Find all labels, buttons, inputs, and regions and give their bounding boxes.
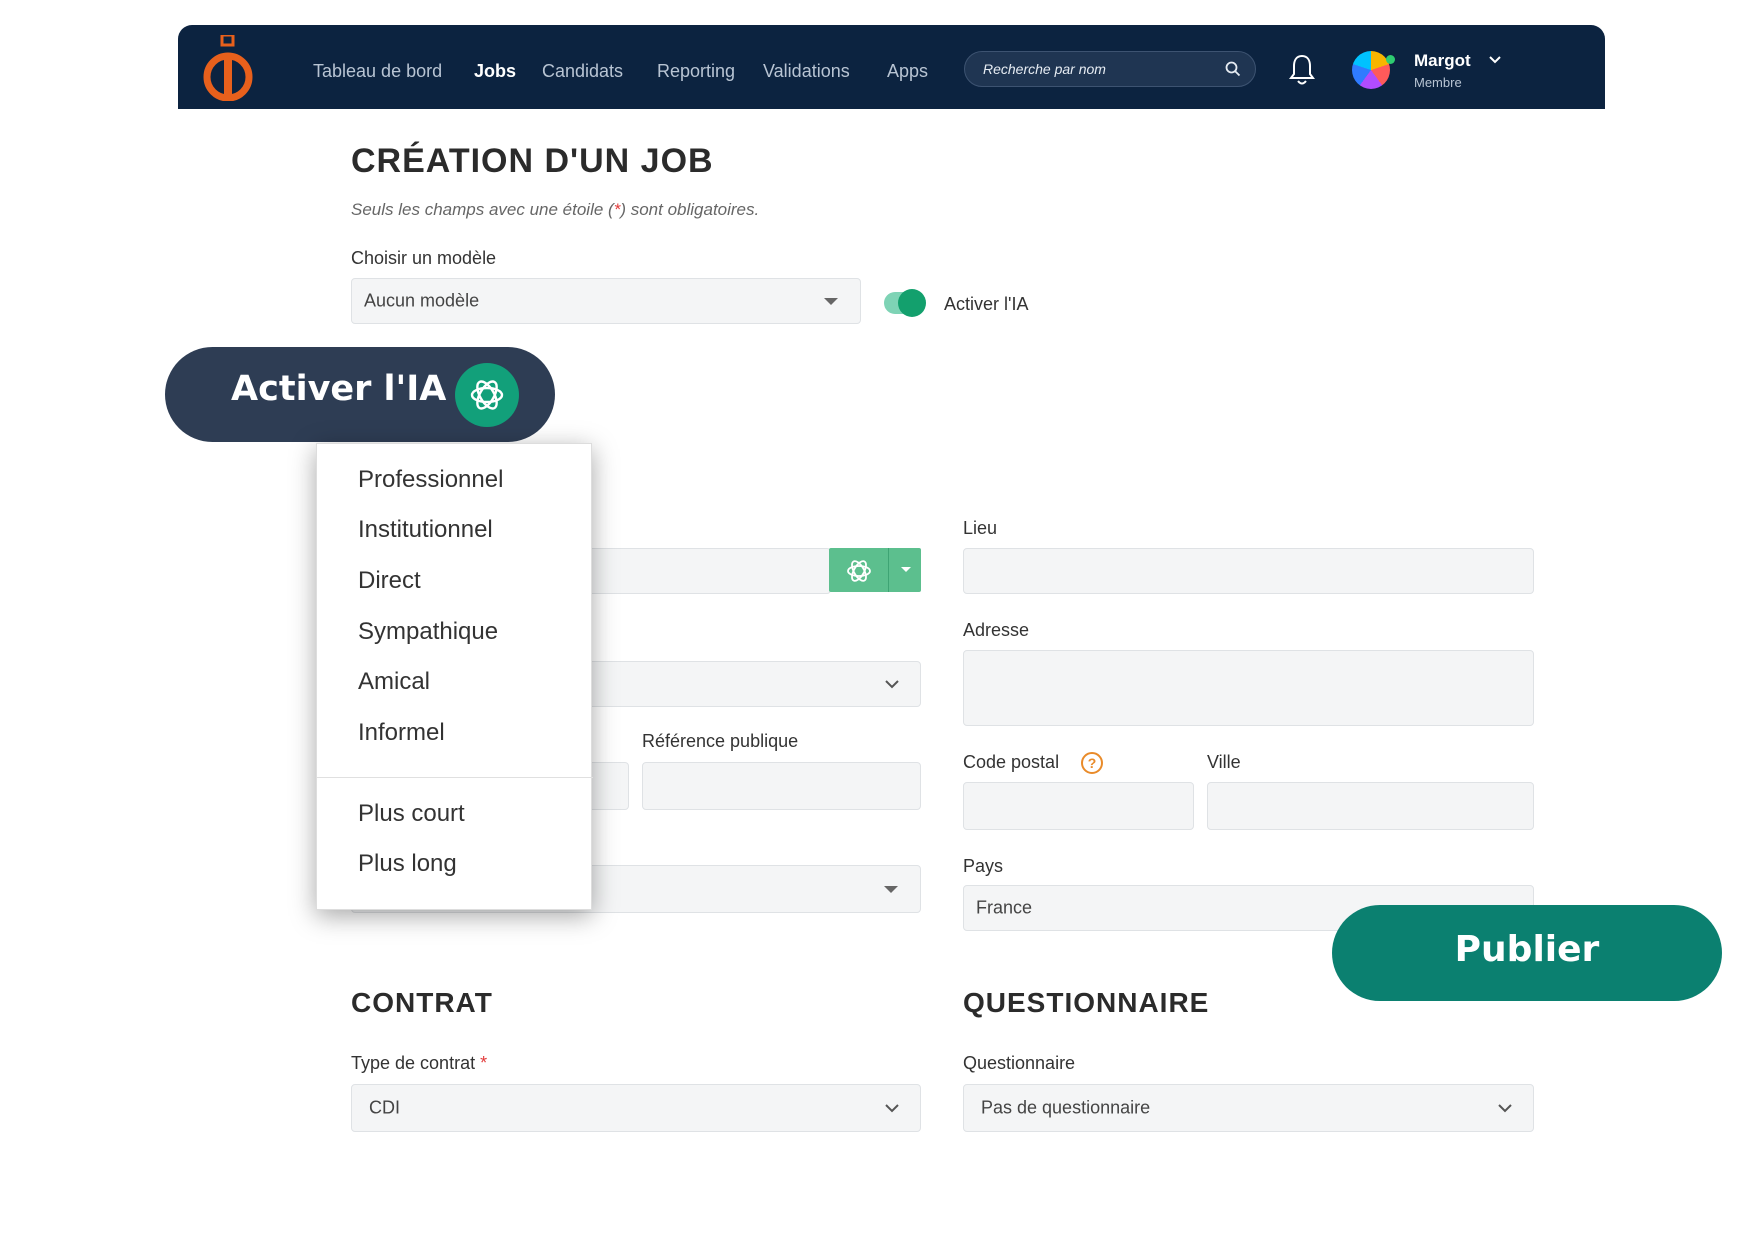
- chevron-down-icon: [885, 680, 899, 689]
- menu-item-direct[interactable]: Direct: [358, 567, 421, 595]
- menu-item-informel[interactable]: Informel: [358, 719, 445, 747]
- ville-field[interactable]: [1207, 782, 1534, 830]
- adresse-field[interactable]: [963, 650, 1534, 726]
- menu-divider: [317, 777, 593, 778]
- caret-down-icon[interactable]: [901, 567, 911, 572]
- ai-tone-menu: Professionnel Institutionnel Direct Symp…: [316, 443, 593, 910]
- user-role: Membre: [1414, 75, 1462, 90]
- questionnaire-section-title: QUESTIONNAIRE: [963, 987, 1210, 1018]
- menu-item-plus-long[interactable]: Plus long: [358, 850, 457, 878]
- openai-icon: [455, 363, 519, 427]
- activate-ai-pill[interactable]: Activer l'IA: [165, 347, 555, 442]
- chevron-down-icon[interactable]: [1488, 55, 1502, 65]
- search-box[interactable]: [964, 51, 1256, 87]
- ai-generate-button[interactable]: [829, 548, 921, 592]
- app-logo[interactable]: [200, 33, 256, 102]
- adresse-label: Adresse: [963, 620, 1030, 640]
- page-subtitle: Seuls les champs avec une étoile (*) son…: [351, 200, 759, 220]
- notification-bell-icon[interactable]: [1288, 53, 1316, 87]
- questionnaire-label: Questionnaire: [963, 1053, 1076, 1073]
- model-select[interactable]: Aucun modèle: [351, 278, 861, 324]
- help-icon[interactable]: ?: [1081, 752, 1103, 774]
- search-input[interactable]: [983, 52, 1223, 86]
- menu-item-institutionnel[interactable]: Institutionnel: [358, 516, 493, 544]
- model-select-value: Aucun modèle: [364, 290, 480, 311]
- publish-button-label: Publier: [1454, 929, 1600, 970]
- user-avatar[interactable]: [1352, 51, 1390, 89]
- nav-candidats[interactable]: Candidats: [542, 61, 623, 82]
- code-postal-label: Code postal: [963, 752, 1060, 772]
- pays-label: Pays: [963, 856, 1004, 876]
- lieu-label: Lieu: [963, 518, 998, 538]
- user-name[interactable]: Margot: [1414, 51, 1471, 71]
- activate-ai-pill-label: Activer l'IA: [231, 369, 447, 409]
- subtitle-before: Seuls les champs avec une étoile (: [351, 200, 614, 219]
- openai-icon: [847, 560, 871, 582]
- ai-toggle-label: Activer l'IA: [944, 294, 1029, 314]
- nav-validations[interactable]: Validations: [763, 61, 850, 82]
- code-postal-field[interactable]: [963, 782, 1194, 830]
- questionnaire-value: Pas de questionnaire: [981, 1097, 1151, 1118]
- nav-jobs[interactable]: Jobs: [474, 61, 516, 82]
- search-icon[interactable]: [1225, 61, 1241, 77]
- ai-toggle[interactable]: [884, 289, 926, 317]
- contract-type-select[interactable]: CDI: [351, 1084, 921, 1132]
- subtitle-after: ) sont obligatoires.: [620, 200, 760, 219]
- menu-item-plus-court[interactable]: Plus court: [358, 800, 465, 828]
- online-status-dot: [1386, 55, 1395, 64]
- menu-item-professionnel[interactable]: Professionnel: [358, 466, 503, 494]
- contract-type-label-text: Type de contrat: [351, 1053, 476, 1073]
- chevron-down-icon: [885, 1104, 899, 1113]
- page-title: CRÉATION D'UN JOB: [351, 142, 714, 180]
- model-label: Choisir un modèle: [351, 248, 497, 268]
- contract-type-label: Type de contrat *: [351, 1053, 487, 1074]
- contrat-section-title: CONTRAT: [351, 987, 493, 1018]
- nav-tableau-de-bord[interactable]: Tableau de bord: [313, 61, 442, 82]
- questionnaire-select[interactable]: Pas de questionnaire: [963, 1084, 1534, 1132]
- top-navbar: Tableau de bord Jobs Candidats Reporting…: [178, 25, 1605, 109]
- menu-item-sympathique[interactable]: Sympathique: [358, 618, 498, 646]
- pays-select-value: France: [976, 897, 1033, 918]
- contract-type-value: CDI: [369, 1097, 400, 1118]
- menu-item-amical[interactable]: Amical: [358, 668, 430, 696]
- required-star: *: [480, 1053, 488, 1073]
- caret-down-icon: [824, 298, 838, 305]
- ville-label: Ville: [1207, 752, 1241, 772]
- public-reference-field[interactable]: [642, 762, 921, 810]
- ai-toggle-knob: [898, 289, 926, 317]
- nav-apps[interactable]: Apps: [887, 61, 928, 82]
- chevron-down-icon: [1498, 1104, 1512, 1113]
- publish-button[interactable]: Publier: [1332, 905, 1722, 1001]
- public-reference-label: Référence publique: [642, 731, 799, 751]
- caret-down-icon: [884, 886, 898, 893]
- nav-reporting[interactable]: Reporting: [657, 61, 735, 82]
- lieu-field[interactable]: [963, 548, 1534, 594]
- button-divider: [888, 548, 889, 592]
